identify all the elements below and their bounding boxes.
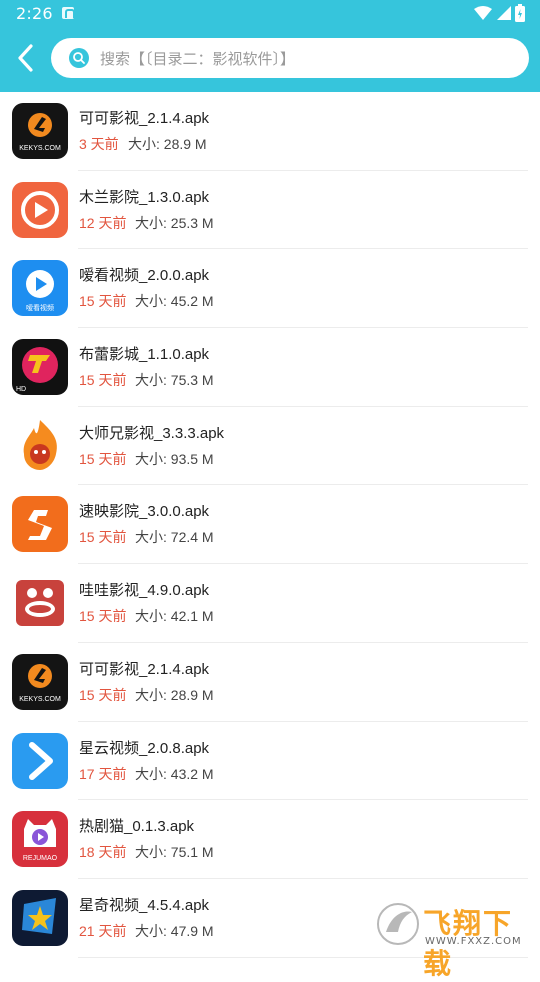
list-item[interactable]: REJUMAO 热剧猫_0.1.3.apk 18 天前 大小: 75.1 M [0, 800, 540, 879]
item-days: 17 天前 [79, 765, 127, 782]
rejumao-icon: REJUMAO [12, 811, 68, 868]
fxxz-logo-icon [377, 903, 419, 945]
list-item[interactable]: 嗳看视频 嗳看视频_2.0.0.apk 15 天前 大小: 45.2 M [0, 249, 540, 329]
rejumao-icon-text: REJUMAO [23, 855, 58, 862]
status-time: 2:26 [16, 4, 53, 23]
bulei-icon-text: HD [16, 386, 26, 393]
back-arrow-icon[interactable] [12, 42, 42, 74]
notification-a-icon [62, 7, 75, 19]
search-bar[interactable]: 搜索【〔目录二：影视软件〕】 [51, 38, 529, 78]
item-size: 大小: 42.1 M [135, 608, 214, 625]
battery-icon [515, 4, 525, 22]
item-days: 15 天前 [79, 372, 127, 389]
item-size: 大小: 28.9 M [128, 136, 207, 152]
item-days: 21 天前 [79, 922, 127, 939]
status-bar: 2:26 [0, 0, 540, 28]
item-days: 15 天前 [79, 608, 127, 625]
list-item[interactable]: 速映影院_3.0.0.apk 15 天前 大小: 72.4 M [0, 485, 540, 565]
item-size: 大小: 45.2 M [135, 293, 214, 310]
kekys-icon: KEKYS.COM [12, 653, 68, 710]
item-size: 大小: 25.3 M [135, 214, 214, 231]
item-title: 星奇视频_4.5.4.apk [79, 896, 210, 914]
list-item[interactable]: HD 布蕾影城_1.1.0.apk 15 天前 大小: 75.3 M [0, 328, 540, 407]
aikan-icon: 嗳看视频 [12, 260, 68, 317]
item-size: 大小: 75.3 M [135, 372, 214, 389]
signal-icon [497, 6, 511, 20]
kekys-icon-text: KEKYS.COM [19, 145, 61, 152]
item-title: 嗳看视频_2.0.0.apk [79, 267, 210, 285]
item-title: 布蕾影城_1.1.0.apk [79, 346, 210, 364]
item-title: 热剧猫_0.1.3.apk [79, 818, 195, 836]
bulei-icon: HD [12, 339, 68, 396]
wifi-icon [474, 6, 492, 20]
item-size: 大小: 72.4 M [135, 529, 214, 546]
item-days: 15 天前 [79, 529, 127, 546]
item-title: 大师兄影视_3.3.3.apk [79, 424, 225, 442]
list-item[interactable]: KEKYS.COM 可可影视_2.1.4.apk 15 天前 大小: 28.9 … [0, 643, 540, 722]
suying-icon [12, 496, 68, 553]
apk-list: KEKYS.COM 可可影视_2.1.4.apk 3 天前 大小: 28.9 M… [0, 92, 540, 958]
item-days: 18 天前 [79, 844, 127, 861]
search-placeholder: 搜索【〔目录二：影视软件〕】 [100, 50, 296, 68]
item-days: 3 天前 [79, 136, 119, 152]
list-item[interactable]: KEKYS.COM 可可影视_2.1.4.apk 3 天前 大小: 28.9 M [0, 92, 540, 171]
item-days: 15 天前 [79, 450, 127, 467]
list-item[interactable]: 星云视频_2.0.8.apk 17 天前 大小: 43.2 M [0, 722, 540, 801]
watermark: 飞翔下载 WWW.FXXZ.COM [373, 900, 528, 980]
watermark-url: WWW.FXXZ.COM [425, 936, 522, 947]
list-item[interactable]: 木兰影院_1.3.0.apk 12 天前 大小: 25.3 M [0, 171, 540, 250]
item-size: 大小: 47.9 M [135, 922, 214, 939]
item-title: 木兰影院_1.3.0.apk [79, 188, 210, 206]
list-item[interactable]: 哇哇影视_4.9.0.apk 15 天前 大小: 42.1 M [0, 564, 540, 643]
xingyun-icon [12, 732, 68, 789]
item-title: 可可影视_2.1.4.apk [79, 110, 210, 127]
kekys-icon: KEKYS.COM [12, 103, 68, 159]
xingqi-icon [12, 889, 68, 946]
item-size: 大小: 75.1 M [135, 844, 214, 861]
item-days: 15 天前 [79, 686, 127, 703]
item-title: 速映影院_3.0.0.apk [79, 503, 210, 521]
wawa-icon [12, 575, 68, 632]
item-title: 可可影视_2.1.4.apk [79, 660, 210, 678]
aikan-icon-text: 嗳看视频 [26, 303, 54, 312]
app-header: 2:26 搜索【〔目录二：影视软件〕】 [0, 0, 540, 92]
item-size: 大小: 43.2 M [135, 765, 214, 782]
mulan-icon [12, 181, 68, 238]
item-title: 星云视频_2.0.8.apk [79, 739, 210, 757]
search-icon [69, 48, 89, 68]
list-item[interactable]: 大师兄影视_3.3.3.apk 15 天前 大小: 93.5 M [0, 407, 540, 486]
item-days: 15 天前 [79, 293, 127, 310]
item-days: 12 天前 [79, 214, 127, 231]
item-size: 大小: 28.9 M [135, 686, 214, 703]
dashixiong-icon [12, 417, 68, 474]
item-title: 哇哇影视_4.9.0.apk [79, 582, 210, 600]
kekys-icon-text: KEKYS.COM [19, 696, 61, 703]
item-size: 大小: 93.5 M [135, 450, 214, 467]
